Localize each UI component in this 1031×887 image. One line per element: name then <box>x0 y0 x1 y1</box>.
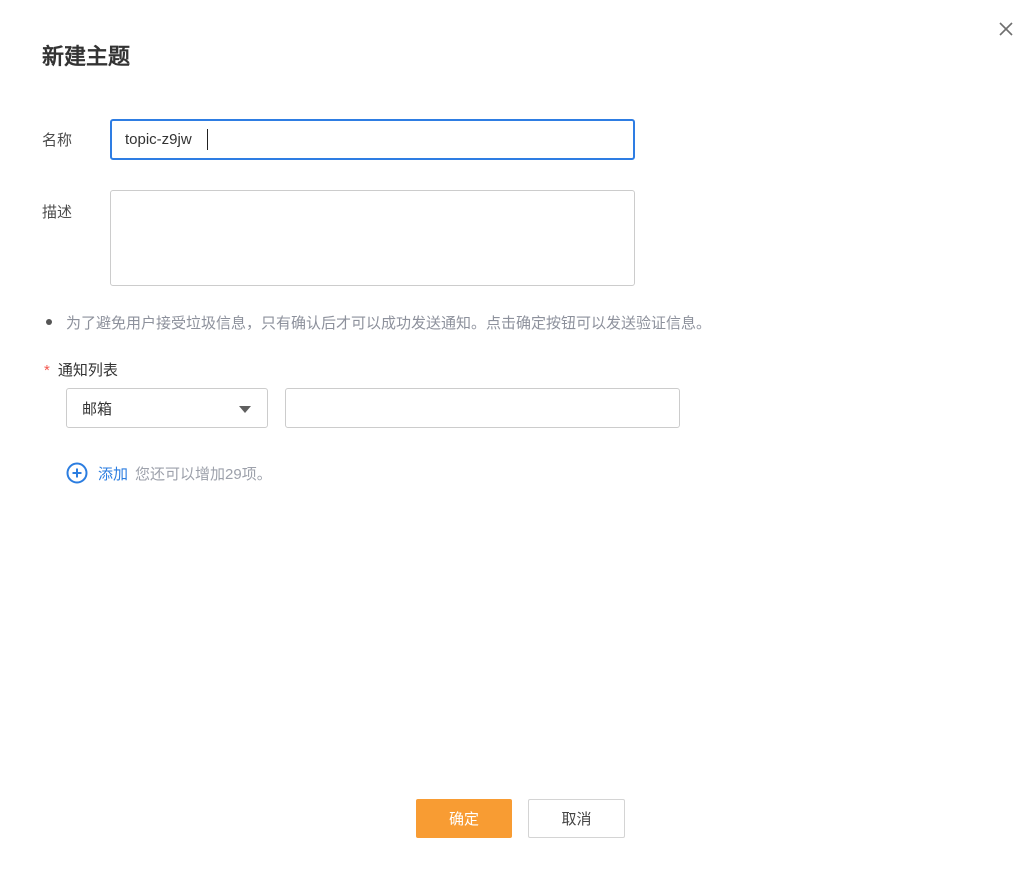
bullet-icon <box>46 319 52 325</box>
add-circle-plus-icon[interactable] <box>66 462 88 484</box>
chevron-down-icon <box>239 406 251 413</box>
cancel-button[interactable]: 取消 <box>528 799 625 838</box>
page-title: 新建主题 <box>42 44 131 69</box>
add-link[interactable]: 添加 <box>98 463 128 484</box>
description-label: 描述 <box>42 204 73 221</box>
name-label: 名称 <box>42 132 73 149</box>
text-caret <box>207 129 208 150</box>
notification-list-label-row: * 通知列表 <box>44 359 1031 380</box>
dialog-footer: 确定 取消 <box>416 799 625 838</box>
notification-list-label: 通知列表 <box>57 362 118 379</box>
required-asterisk: * <box>44 362 50 379</box>
description-field-row: 描述 <box>42 190 1031 286</box>
name-field-row: 名称 <box>42 119 1031 160</box>
description-textarea[interactable] <box>110 190 635 286</box>
name-input-wrap <box>110 119 635 160</box>
protocol-select[interactable]: 邮箱 <box>66 388 268 428</box>
endpoint-row: 邮箱 <box>66 388 1031 428</box>
confirm-button[interactable]: 确定 <box>416 799 512 838</box>
notice-text: 为了避免用户接受垃圾信息，只有确认后才可以成功发送通知。点击确定按钮可以发送验证… <box>66 315 712 332</box>
name-input[interactable] <box>110 119 635 160</box>
close-icon <box>999 22 1013 36</box>
close-button[interactable] <box>995 18 1017 40</box>
new-topic-dialog: 新建主题 名称 描述 为了避免用户接受垃圾信息，只有确认后才可以成功发送通知。点… <box>0 0 1031 887</box>
add-remaining-hint: 您还可以增加29项。 <box>135 465 272 483</box>
protocol-selected-value: 邮箱 <box>82 400 113 418</box>
endpoint-input[interactable] <box>285 388 680 428</box>
notice-row: 为了避免用户接受垃圾信息，只有确认后才可以成功发送通知。点击确定按钮可以发送验证… <box>46 314 1031 334</box>
add-row: 添加 您还可以增加29项。 <box>66 462 1031 484</box>
